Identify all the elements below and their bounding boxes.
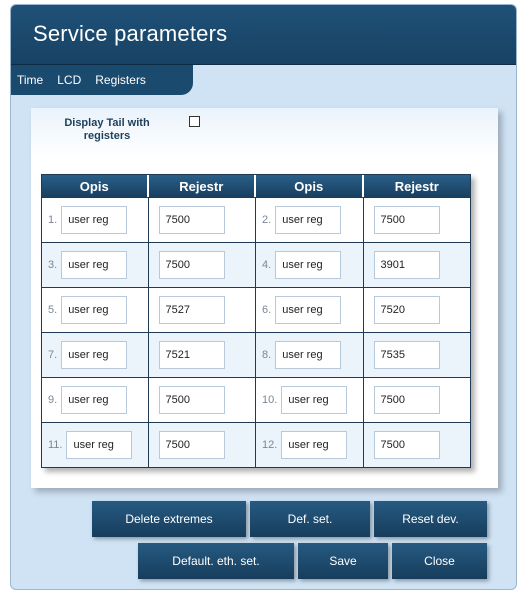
registers-panel: Display Tail with registers Opis Rejestr… — [31, 108, 498, 488]
register-input[interactable]: 3901 — [373, 251, 440, 279]
desc-cell: 9. user reg — [42, 378, 149, 422]
register-number: 2. — [262, 214, 272, 226]
table-row: 5. user reg 7527 6. user reg 7520 — [42, 287, 470, 332]
description-input[interactable]: user reg — [66, 431, 133, 459]
desc-cell: 5. user reg — [42, 288, 149, 332]
register-input[interactable]: 7521 — [158, 341, 225, 369]
reset-dev-button[interactable]: Reset dev. — [374, 501, 487, 537]
register-number: 4. — [262, 259, 272, 271]
value-cell: 7527 — [149, 288, 257, 332]
register-input[interactable]: 7500 — [158, 431, 225, 459]
default-eth-set-button[interactable]: Default. eth. set. — [138, 543, 294, 579]
register-input[interactable]: 7500 — [373, 206, 440, 234]
register-input[interactable]: 7520 — [373, 296, 440, 324]
value-cell: 7500 — [364, 198, 471, 242]
service-parameters-window: Service parameters Time LCD Registers Di… — [10, 4, 517, 590]
display-tail-checkbox[interactable] — [189, 116, 200, 127]
desc-cell: 7. user reg — [42, 333, 149, 377]
grid-header: Opis Rejestr Opis Rejestr — [42, 175, 470, 197]
desc-cell: 2. user reg — [256, 198, 364, 242]
description-input[interactable]: user reg — [61, 296, 128, 324]
description-input[interactable]: user reg — [61, 206, 128, 234]
register-input[interactable]: 7500 — [158, 206, 225, 234]
table-row: 7. user reg 7521 8. user reg 7535 — [42, 332, 470, 377]
desc-cell: 8. user reg — [256, 333, 364, 377]
registers-grid: Opis Rejestr Opis Rejestr 1. user reg 75… — [41, 174, 471, 468]
description-input[interactable]: user reg — [281, 431, 348, 459]
close-button[interactable]: Close — [392, 543, 487, 579]
desc-cell: 10. user reg — [256, 378, 364, 422]
table-row: 3. user reg 7500 4. user reg 3901 — [42, 242, 470, 287]
def-set-button[interactable]: Def. set. — [250, 501, 370, 537]
tab-lcd[interactable]: LCD — [57, 73, 81, 87]
value-cell: 3901 — [364, 243, 471, 287]
register-number: 6. — [262, 304, 272, 316]
description-input[interactable]: user reg — [275, 296, 342, 324]
value-cell: 7500 — [364, 378, 471, 422]
header-rejestr: Rejestr — [148, 175, 256, 197]
description-input[interactable]: user reg — [275, 251, 342, 279]
desc-cell: 3. user reg — [42, 243, 149, 287]
register-number: 3. — [48, 259, 58, 271]
save-button[interactable]: Save — [298, 543, 388, 579]
register-number: 7. — [48, 349, 58, 361]
register-input[interactable]: 7500 — [373, 431, 440, 459]
register-input[interactable]: 7500 — [158, 251, 225, 279]
table-row: 11. user reg 7500 12. user reg 7500 — [42, 422, 470, 467]
desc-cell: 4. user reg — [256, 243, 364, 287]
description-input[interactable]: user reg — [61, 386, 128, 414]
register-number: 1. — [48, 214, 58, 226]
table-row: 1. user reg 7500 2. user reg 7500 — [42, 197, 470, 242]
value-cell: 7500 — [149, 423, 257, 467]
register-number: 8. — [262, 349, 272, 361]
register-number: 12. — [262, 439, 278, 451]
panel-header: Display Tail with registers — [31, 108, 498, 158]
title-bar: Service parameters — [11, 5, 516, 65]
register-number: 5. — [48, 304, 58, 316]
register-input[interactable]: 7527 — [158, 296, 225, 324]
desc-cell: 12. user reg — [256, 423, 364, 467]
description-input[interactable]: user reg — [275, 341, 342, 369]
header-opis: Opis — [42, 175, 149, 197]
value-cell: 7500 — [149, 378, 257, 422]
register-number: 10. — [262, 394, 278, 406]
value-cell: 7500 — [364, 423, 471, 467]
header-rejestr: Rejestr — [363, 175, 470, 197]
desc-cell: 11. user reg — [42, 423, 149, 467]
register-input[interactable]: 7500 — [373, 386, 440, 414]
register-number: 9. — [48, 394, 58, 406]
value-cell: 7535 — [364, 333, 471, 377]
register-input[interactable]: 7535 — [373, 341, 440, 369]
tab-bar: Time LCD Registers — [11, 65, 193, 95]
desc-cell: 6. user reg — [256, 288, 364, 332]
description-input[interactable]: user reg — [61, 341, 128, 369]
value-cell: 7500 — [149, 198, 257, 242]
window-title: Service parameters — [33, 21, 228, 46]
value-cell: 7520 — [364, 288, 471, 332]
tab-time[interactable]: Time — [17, 73, 43, 87]
desc-cell: 1. user reg — [42, 198, 149, 242]
header-opis: Opis — [256, 175, 364, 197]
description-input[interactable]: user reg — [275, 206, 342, 234]
tab-registers[interactable]: Registers — [95, 73, 146, 87]
description-input[interactable]: user reg — [281, 386, 348, 414]
display-tail-label: Display Tail with registers — [64, 117, 150, 142]
register-number: 11. — [48, 439, 63, 451]
delete-extremes-button[interactable]: Delete extremes — [92, 501, 246, 537]
value-cell: 7500 — [149, 243, 257, 287]
table-row: 9. user reg 7500 10. user reg 7500 — [42, 377, 470, 422]
register-input[interactable]: 7500 — [158, 386, 225, 414]
value-cell: 7521 — [149, 333, 257, 377]
description-input[interactable]: user reg — [61, 251, 128, 279]
